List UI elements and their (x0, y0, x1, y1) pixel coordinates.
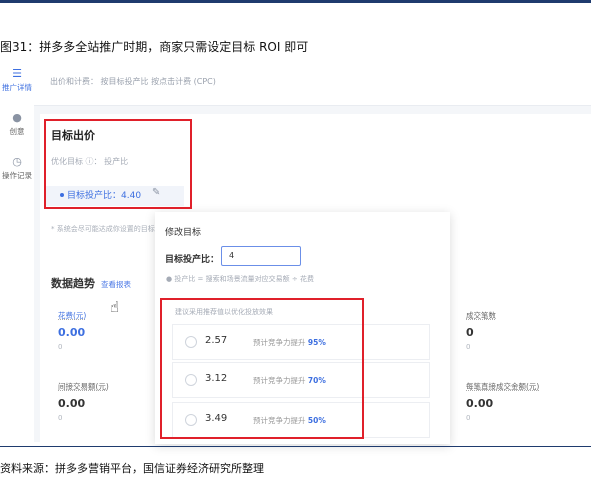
sidebar-item-promo-detail[interactable]: ☰ 推广详情 (0, 68, 34, 93)
metric-label: 间接交易额(元) (58, 382, 109, 391)
sidebar-item-label: 操作记录 (2, 171, 32, 180)
list-icon: ☰ (12, 67, 22, 80)
metric-sub: 0 (466, 414, 471, 422)
roi-formula-note: ● 投产比 = 搜索和场景流量对应交易额 ÷ 花费 (166, 275, 314, 283)
system-note: * 系统会尽可能达成你设置的目标投产比 (51, 225, 155, 233)
metric-value: 0.00 (58, 326, 86, 339)
sidebar-item-creative[interactable]: ● 创意 (0, 112, 34, 137)
bid-method-line: 出价和计费： 按目标投产比 按点击计费 (CPC) (50, 77, 216, 86)
popup-title: 修改目标 (165, 228, 202, 238)
highlight-box-options (160, 298, 364, 439)
view-report-link[interactable]: 查看报表 (101, 279, 131, 290)
popup-roi-label: 目标投产比： (165, 255, 220, 265)
sidebar-item-label: 创意 (9, 127, 25, 136)
sidebar-item-label: 推广详情 (2, 83, 32, 92)
highlight-box-target-bid (44, 119, 192, 209)
metric-per-order-gmv[interactable]: 每笔直接成交金额(元) 0.00 0 (466, 381, 539, 422)
bulb-icon: ● (12, 111, 22, 124)
figure-caption: 图31：拼多多全站推广时期，商家只需设定目标 ROI 即可 (0, 40, 309, 54)
clock-icon: ◷ (12, 155, 22, 168)
metric-sub: 0 (58, 343, 63, 351)
metric-value: 0.00 (466, 397, 494, 410)
top-rule (0, 0, 591, 3)
metric-value: 0.00 (58, 397, 86, 410)
metric-orders[interactable]: 成交笔数 0 0 (466, 310, 496, 351)
metric-value: 0 (466, 326, 474, 339)
bottom-rule (0, 446, 591, 447)
metric-label: 每笔直接成交金额(元) (466, 382, 540, 391)
sidebar-item-operation-log[interactable]: ◷ 操作记录 (0, 156, 34, 181)
figure-source: 资料来源：拼多多营销平台，国信证券经济研究所整理 (0, 462, 264, 475)
sidebar: ☰ 推广详情 ● 创意 ◷ 操作记录 (0, 62, 34, 442)
metric-spend[interactable]: 花费(元) 0.00 0 (58, 310, 86, 351)
data-trend-title: 数据趋势 (51, 277, 95, 290)
metric-indirect-gmv[interactable]: 间接交易额(元) 0.00 0 (58, 381, 109, 422)
metric-sub: 0 (58, 414, 63, 422)
metric-label: 成交笔数 (466, 311, 496, 320)
metric-sub: 0 (466, 343, 471, 351)
hand-cursor-icon: ☝ (110, 298, 120, 316)
metric-label: 花费(元) (58, 311, 87, 320)
roi-input[interactable]: 4 (221, 246, 301, 266)
